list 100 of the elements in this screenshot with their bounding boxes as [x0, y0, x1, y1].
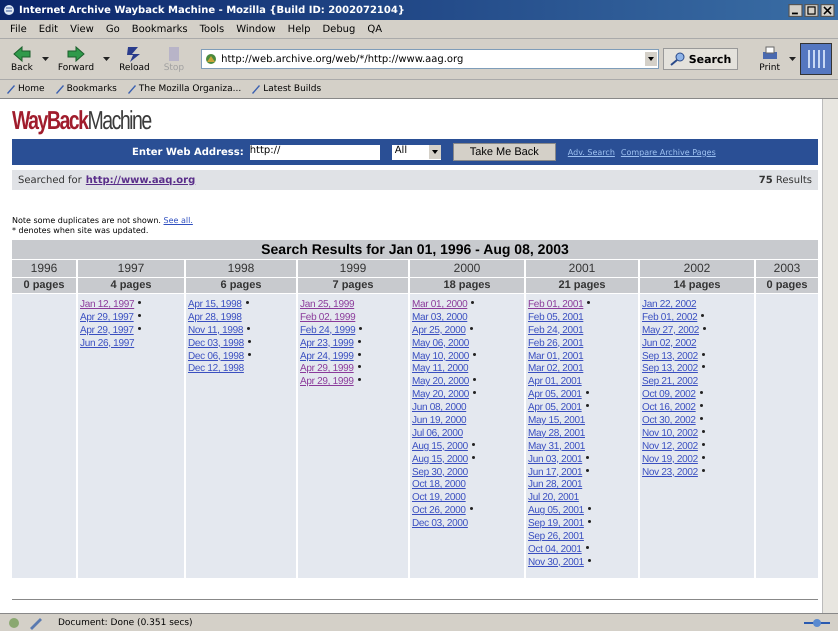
capture-date-link[interactable]: Apr 23, 1999 — [300, 338, 354, 349]
capture-date-link[interactable]: Oct 16, 2002 — [642, 402, 696, 414]
bookmark-link[interactable]: The Mozilla Organiza... — [126, 84, 242, 94]
menu-item[interactable]: File — [10, 24, 27, 34]
capture-date-link[interactable]: Mar 01, 2001 — [528, 350, 584, 362]
menu-item[interactable]: Go — [106, 24, 120, 34]
capture-date-link[interactable]: Jun 28, 2001 — [528, 479, 582, 490]
capture-date-link[interactable]: Sep 13, 2002 — [642, 363, 698, 374]
capture-date-link[interactable]: Dec 06, 1998 — [188, 350, 244, 362]
capture-date-link[interactable]: May 20, 2000 — [412, 389, 469, 400]
capture-date-link[interactable]: Feb 05, 2001 — [528, 312, 584, 323]
capture-date-link[interactable]: Nov 19, 2002 — [642, 454, 698, 465]
capture-date-link[interactable]: Feb 26, 2001 — [528, 338, 584, 349]
capture-date-link[interactable]: Nov 10, 2002 — [642, 428, 698, 439]
capture-date-link[interactable]: Jun 03, 2001 — [528, 454, 582, 465]
dropdown-arrow-icon[interactable] — [103, 57, 110, 61]
capture-date-link[interactable]: Jan 12, 1997 — [80, 298, 134, 310]
capture-date-link[interactable]: Apr 29, 1997 — [80, 324, 134, 336]
capture-date-link[interactable]: Feb 01, 2002 — [642, 312, 698, 323]
toolbar-button[interactable]: Back — [6, 45, 38, 73]
scrollbar[interactable] — [822, 99, 838, 613]
minimize-icon[interactable] — [788, 4, 803, 16]
capture-date-link[interactable]: Jan 22, 2002 — [642, 298, 696, 310]
search-button[interactable]: Search — [662, 48, 738, 70]
capture-date-link[interactable]: Oct 19, 2000 — [412, 492, 466, 504]
close-icon[interactable] — [820, 4, 835, 16]
capture-date-link[interactable]: Sep 19, 2001 — [528, 518, 584, 530]
capture-date-link[interactable]: Apr 28, 1998 — [188, 312, 242, 323]
capture-date-link[interactable]: Jun 08, 2000 — [412, 402, 466, 414]
capture-date-link[interactable]: Aug 15, 2000 — [412, 454, 468, 465]
capture-date-link[interactable]: Dec 12, 1998 — [188, 363, 244, 374]
capture-date-link[interactable]: Feb 24, 2001 — [528, 324, 584, 336]
capture-date-link[interactable]: Feb 01, 2001 — [528, 298, 584, 310]
menu-item[interactable]: Help — [288, 24, 310, 34]
capture-date-link[interactable]: Jun 26, 1997 — [80, 338, 134, 349]
print-button[interactable]: Print — [754, 45, 785, 73]
capture-date-link[interactable]: Sep 30, 2000 — [412, 466, 468, 478]
capture-date-link[interactable]: May 28, 2001 — [528, 428, 585, 439]
address-field[interactable]: http://web.archive.org/web/*/http://www.aag.org — [201, 49, 659, 69]
capture-date-link[interactable]: May 27, 2002 — [642, 324, 699, 336]
capture-date-link[interactable]: May 10, 2000 — [412, 350, 469, 362]
searched-url-link[interactable]: http://www.aaq.org — [86, 174, 196, 186]
capture-date-link[interactable]: Apr 05, 2001 — [528, 389, 582, 400]
capture-date-link[interactable]: Sep 21, 2002 — [642, 376, 698, 388]
bookmark-link[interactable]: Latest Builds — [251, 84, 322, 94]
menu-item[interactable]: Tools — [200, 24, 224, 34]
capture-date-link[interactable]: Dec 03, 1998 — [188, 338, 244, 349]
capture-date-link[interactable]: Oct 26, 2000 — [412, 505, 466, 516]
menu-item[interactable]: Window — [236, 24, 276, 34]
capture-date-link[interactable]: Feb 24, 1999 — [300, 324, 356, 336]
wayback-machine-logo[interactable]: WayBackMachine — [12, 103, 151, 137]
capture-date-link[interactable]: Dec 03, 2000 — [412, 518, 468, 530]
capture-date-link[interactable]: Mar 03, 2000 — [412, 312, 468, 323]
capture-date-link[interactable]: Jun 19, 2000 — [412, 414, 466, 426]
capture-date-link[interactable]: Oct 04, 2001 — [528, 544, 582, 555]
dropdown-arrow-icon[interactable] — [789, 57, 796, 61]
capture-date-link[interactable]: Mar 01, 2000 — [412, 298, 468, 310]
bookmark-link[interactable]: Home — [6, 84, 45, 94]
capture-date-link[interactable]: May 06, 2000 — [412, 338, 469, 349]
capture-date-link[interactable]: Nov 23, 2002 — [642, 466, 698, 478]
capture-date-link[interactable]: Sep 26, 2001 — [528, 530, 584, 542]
capture-date-link[interactable]: Jun 17, 2001 — [528, 466, 582, 478]
bookmark-link[interactable]: Bookmarks — [54, 84, 117, 94]
menu-item[interactable]: Edit — [38, 24, 58, 34]
menu-item[interactable]: Debug — [322, 24, 356, 34]
capture-date-link[interactable]: Nov 12, 2002 — [642, 440, 698, 452]
see-all-link[interactable]: See all. — [164, 216, 193, 225]
menu-item[interactable]: QA — [367, 24, 382, 34]
capture-date-link[interactable]: Oct 18, 2000 — [412, 479, 466, 490]
year-select[interactable]: All — [392, 144, 441, 160]
capture-date-link[interactable]: Apr 15, 1998 — [188, 298, 242, 310]
capture-date-link[interactable]: Jul 20, 2001 — [528, 492, 579, 504]
toolbar-button[interactable]: Reload — [114, 45, 155, 73]
capture-date-link[interactable]: Apr 25, 2000 — [412, 324, 466, 336]
menu-item[interactable]: View — [70, 24, 94, 34]
capture-date-link[interactable]: May 31, 2001 — [528, 440, 585, 452]
capture-date-link[interactable]: Apr 05, 2001 — [528, 402, 582, 414]
form-link[interactable]: Compare Archive Pages — [620, 148, 716, 156]
form-link[interactable]: Adv. Search — [568, 148, 615, 156]
capture-date-link[interactable]: Apr 29, 1999 — [300, 363, 354, 374]
capture-date-link[interactable]: Jan 25, 1999 — [300, 298, 354, 310]
maximize-icon[interactable] — [804, 4, 819, 16]
capture-date-link[interactable]: Apr 01, 2001 — [528, 376, 582, 388]
capture-date-link[interactable]: Jul 06, 2000 — [412, 428, 463, 439]
capture-date-link[interactable]: Apr 24, 1999 — [300, 350, 354, 362]
capture-date-link[interactable]: Aug 05, 2001 — [528, 505, 584, 516]
capture-date-link[interactable]: May 20, 2000 — [412, 376, 469, 388]
capture-date-link[interactable]: Aug 15, 2000 — [412, 440, 468, 452]
capture-date-link[interactable]: Jun 02, 2002 — [642, 338, 696, 349]
take-me-back-button[interactable]: Take Me Back — [452, 143, 556, 161]
capture-date-link[interactable]: Nov 30, 2001 — [528, 556, 584, 568]
capture-date-link[interactable]: Feb 02, 1999 — [300, 312, 356, 323]
capture-date-link[interactable]: Oct 30, 2002 — [642, 414, 696, 426]
capture-date-link[interactable]: Nov 11, 1998 — [188, 324, 244, 336]
capture-date-link[interactable]: Mar 02, 2001 — [528, 363, 584, 374]
web-address-field[interactable]: http:// — [250, 144, 380, 160]
capture-date-link[interactable]: Apr 29, 1997 — [80, 312, 134, 323]
capture-date-link[interactable]: Sep 13, 2002 — [642, 350, 698, 362]
capture-date-link[interactable]: Oct 09, 2002 — [642, 389, 696, 400]
toolbar-button[interactable]: Forward — [52, 45, 100, 73]
